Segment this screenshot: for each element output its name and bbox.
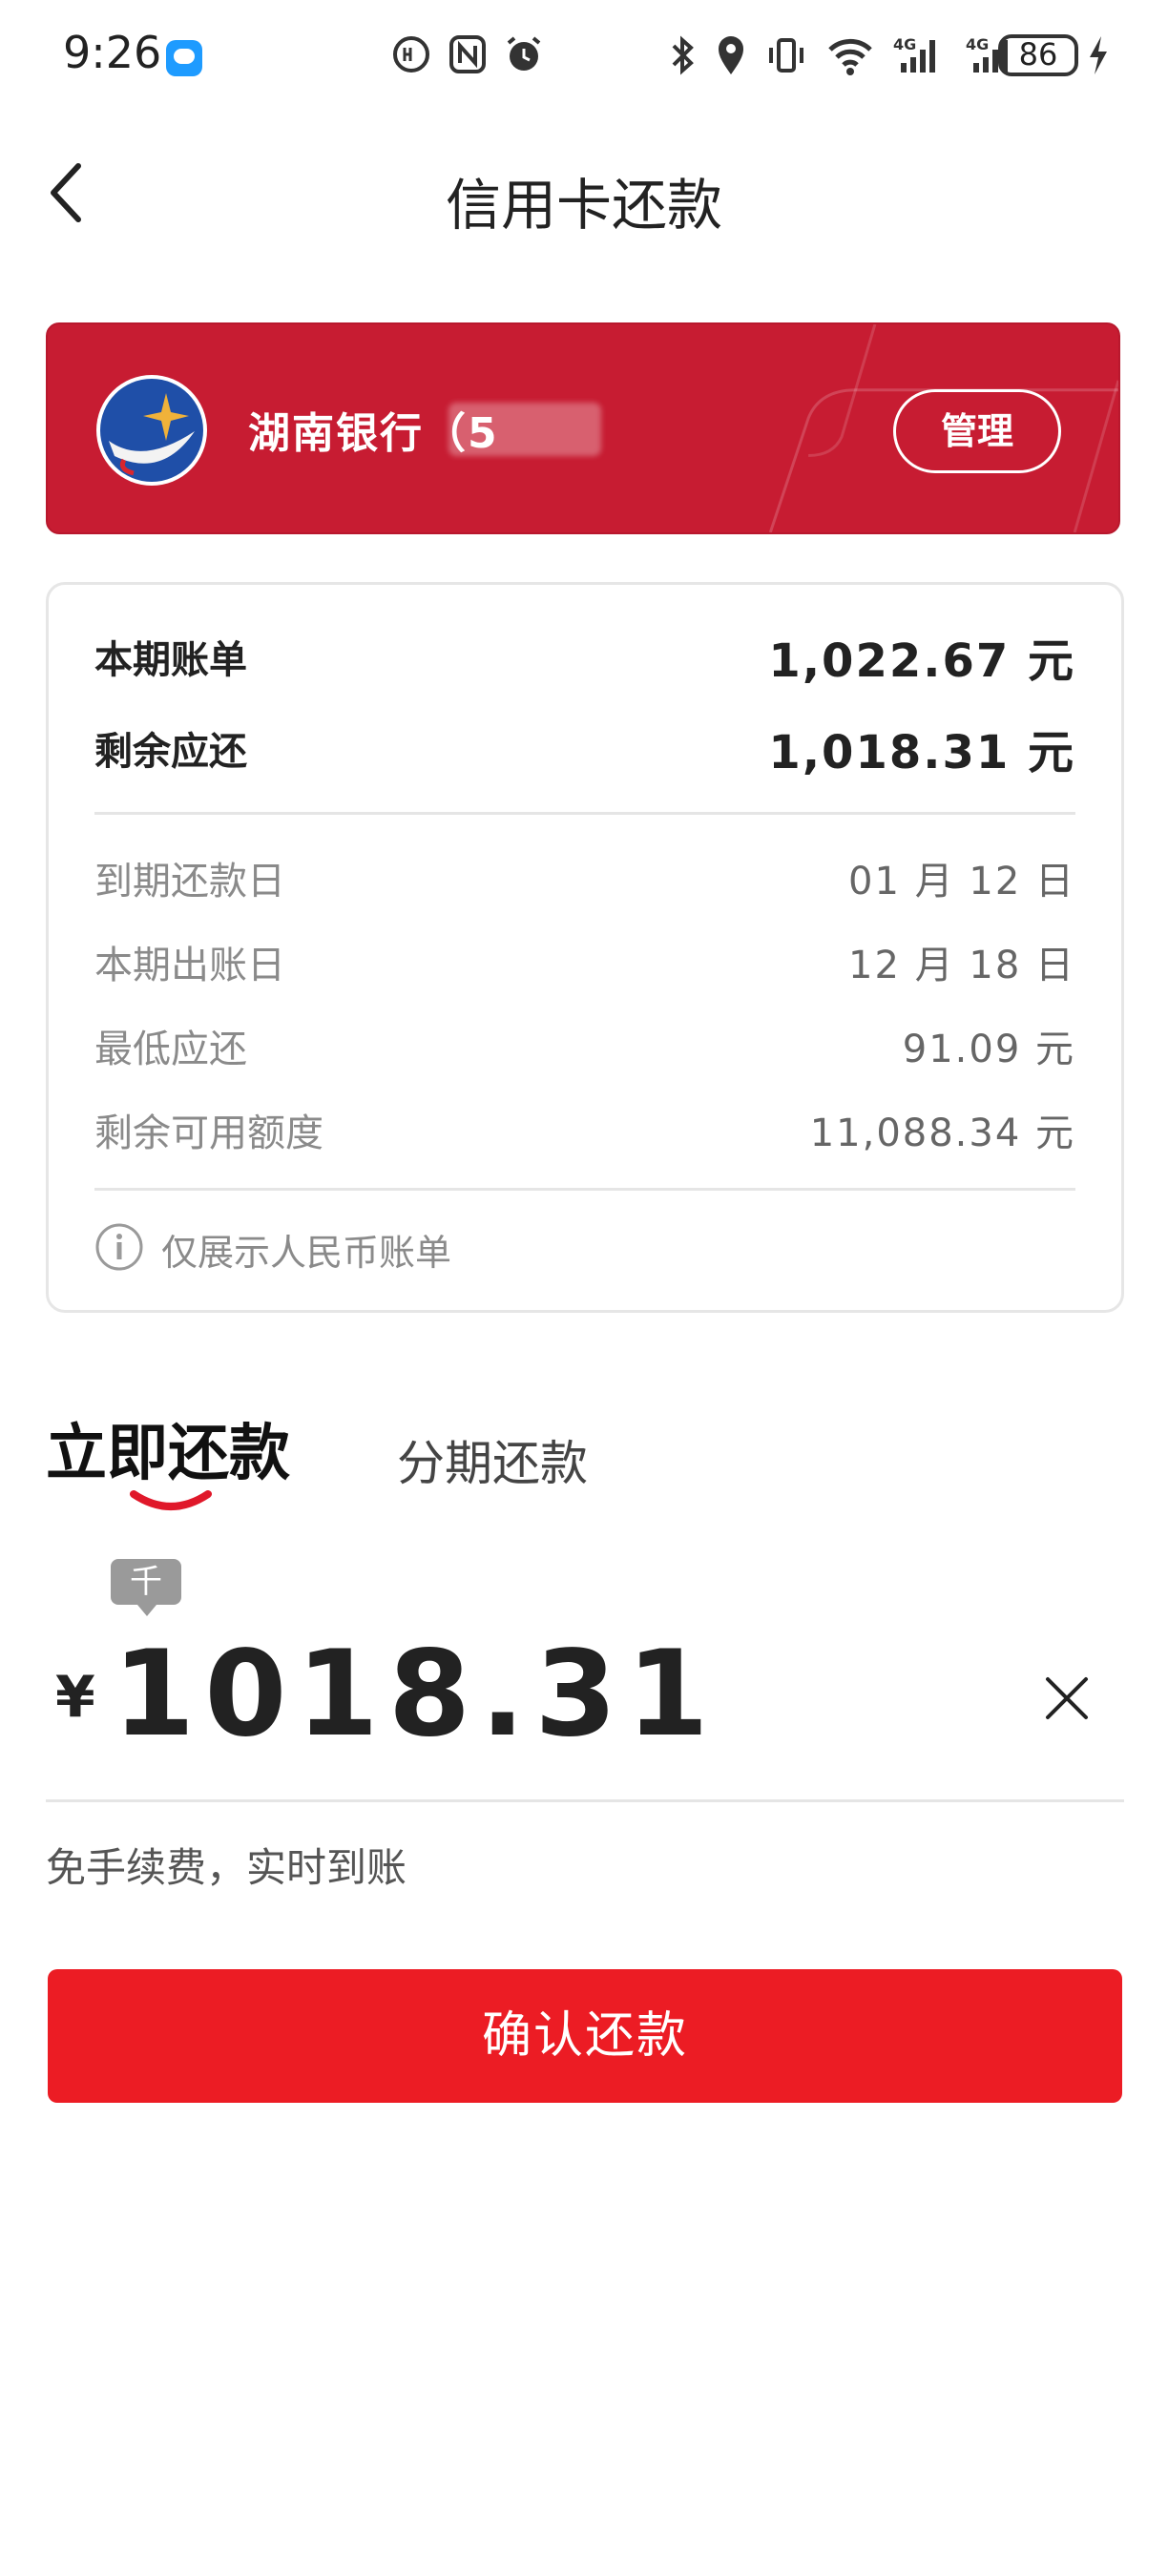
bill-row-available-credit: 剩余可用额度 11,088.34 元	[94, 1102, 1075, 1157]
message-app-icon	[166, 40, 202, 76]
bill-row-statement: 本期账单 1,022.67 元	[94, 623, 1075, 690]
bill-row-value: 11,088.34 元	[809, 1111, 1075, 1155]
bill-row-label: 剩余可用额度	[94, 1111, 323, 1155]
bill-row-remaining: 剩余应还 1,018.31 元	[94, 715, 1075, 781]
nav-bar: 信用卡还款	[0, 134, 1168, 258]
masked-card-number	[448, 403, 601, 456]
alarm-icon	[504, 34, 544, 78]
svg-text:4G: 4G	[966, 35, 989, 53]
tab-installment[interactable]: 分期还款	[397, 1425, 588, 1494]
bill-row-value: 1,022.67 元	[768, 634, 1075, 688]
confirm-repayment-button[interactable]: 确认还款	[48, 1969, 1122, 2103]
status-left-icons	[391, 34, 544, 78]
svg-text:4G: 4G	[893, 35, 916, 53]
clear-icon[interactable]	[1040, 1672, 1094, 1725]
bill-row-minimum: 最低应还 91.09 元	[94, 1018, 1075, 1073]
amount-divider	[46, 1799, 1124, 1802]
bank-logo-icon	[95, 374, 208, 487]
amount-unit-tip: 千	[111, 1559, 181, 1616]
bill-note-row: 仅展示人民币账单	[94, 1222, 451, 1276]
bill-divider	[94, 812, 1075, 815]
manage-button[interactable]: 管理	[893, 389, 1061, 473]
currency-symbol: ¥	[55, 1664, 95, 1731]
tab-pay-now[interactable]: 立即还款	[46, 1404, 290, 1492]
info-icon	[94, 1222, 144, 1276]
bill-row-value: 91.09 元	[902, 1028, 1075, 1071]
fee-note: 免手续费，实时到账	[46, 1844, 407, 1891]
bill-row-label: 本期出账日	[94, 944, 285, 987]
bill-row-label: 到期还款日	[94, 860, 285, 904]
bill-note: 仅展示人民币账单	[161, 1231, 452, 1274]
hd-call-icon	[391, 34, 431, 78]
nfc-icon	[448, 34, 487, 78]
location-icon	[716, 34, 746, 80]
page-title: 信用卡还款	[445, 173, 722, 238]
bill-row-label: 剩余应还	[94, 730, 247, 774]
vibrate-icon	[765, 34, 807, 80]
status-bar: 9:26 4G 4G 86	[0, 0, 1168, 114]
amount-input[interactable]: 1018.31	[113, 1626, 719, 1763]
bill-row-value: 1,018.31 元	[768, 726, 1075, 779]
bill-row-label: 最低应还	[94, 1028, 247, 1071]
bill-row-label: 本期账单	[94, 638, 247, 682]
bill-summary-card: 本期账单 1,022.67 元 剩余应还 1,018.31 元 到期还款日 01…	[46, 582, 1124, 1313]
status-right-icons: 4G 4G	[668, 34, 1019, 80]
charging-icon	[1086, 34, 1111, 80]
bill-row-value: 01 月 12 日	[848, 860, 1075, 904]
battery-indicator: 86	[998, 34, 1078, 76]
bill-row-statement-date: 本期出账日 12 月 18 日	[94, 934, 1075, 989]
signal-4g-icon: 4G	[893, 34, 947, 80]
bluetooth-icon	[668, 34, 697, 80]
bill-row-due-date: 到期还款日 01 月 12 日	[94, 850, 1075, 905]
active-tab-indicator	[128, 1486, 214, 1515]
wifi-icon	[826, 34, 874, 80]
bill-row-value: 12 月 18 日	[848, 944, 1075, 987]
status-time: 9:26	[63, 27, 162, 78]
bill-divider	[94, 1188, 1075, 1191]
credit-card-banner: 湖南银行（5 管理	[46, 322, 1120, 534]
